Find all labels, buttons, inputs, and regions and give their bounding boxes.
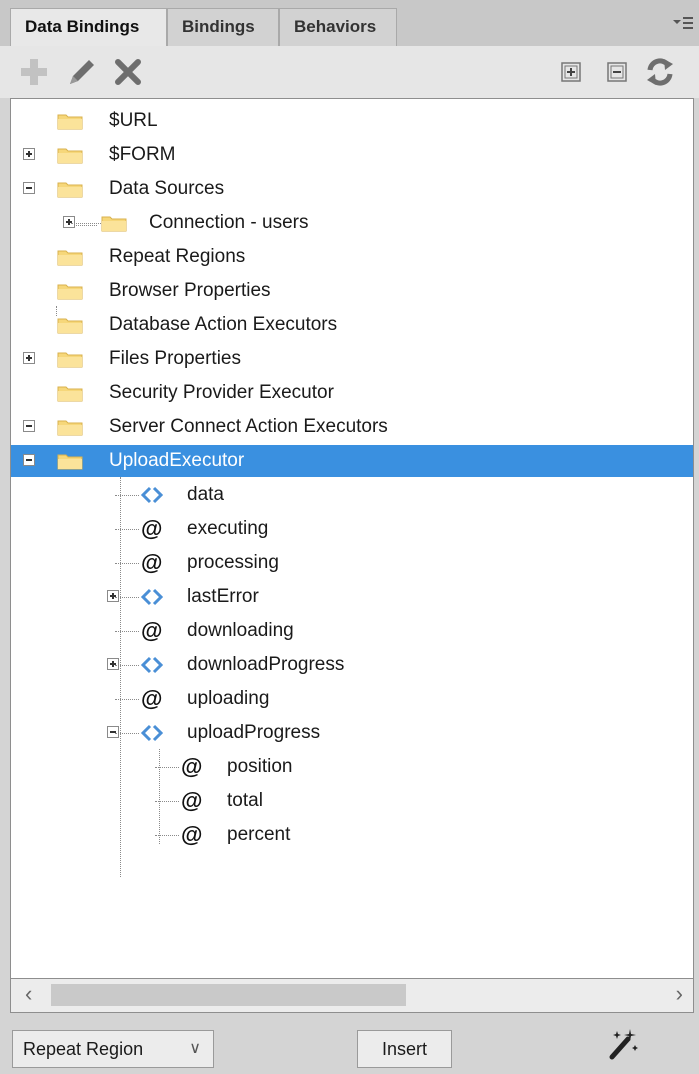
tree-node-label: Security Provider Executor (109, 382, 334, 403)
tree-node[interactable]: @ uploading (11, 683, 693, 715)
at-sign-icon: @ (141, 516, 163, 541)
at-sign-icon: @ (181, 822, 203, 847)
object-icon (141, 588, 163, 606)
tree-node[interactable]: UploadExecutor (11, 445, 693, 477)
bottom-bar: Repeat Region ∨ Insert (0, 1013, 699, 1074)
repeat-region-select[interactable]: Repeat Region ∨ (12, 1030, 214, 1068)
pencil-icon[interactable] (64, 54, 100, 90)
tree-node-label: processing (187, 552, 279, 573)
expand-all-icon[interactable] (553, 54, 589, 90)
tree-node[interactable]: @ total (11, 785, 693, 817)
tree-node-label: total (227, 790, 263, 811)
tree-node-label: lastError (187, 586, 259, 607)
tree-node[interactable]: Files Properties (11, 343, 693, 375)
expand-toggle-icon[interactable] (23, 352, 35, 364)
folder-icon (57, 352, 83, 368)
tree-node[interactable]: Connection - users (11, 207, 693, 239)
tree-node[interactable]: @ executing (11, 513, 693, 545)
tree-node[interactable]: Server Connect Action Executors (11, 411, 693, 443)
folder-icon (57, 148, 83, 164)
tree-node[interactable]: $FORM (11, 139, 693, 171)
folder-icon (57, 318, 83, 334)
folder-icon (57, 250, 83, 266)
tree-node-label: UploadExecutor (109, 450, 245, 471)
repeat-region-value: Repeat Region (23, 1039, 144, 1059)
at-sign-icon: @ (141, 550, 163, 575)
tree-node-label: $FORM (109, 144, 176, 165)
tree-node[interactable]: @ processing (11, 547, 693, 579)
at-sign-icon: @ (141, 618, 163, 643)
tree-node-label: Repeat Regions (109, 246, 246, 267)
expand-toggle-icon[interactable] (107, 658, 119, 670)
refresh-icon[interactable] (642, 54, 678, 90)
plus-icon[interactable] (16, 54, 52, 90)
scroll-right-icon[interactable]: › (676, 981, 683, 1007)
panel-tab-bar: Data Bindings Bindings Behaviors (0, 0, 699, 47)
expand-toggle-icon[interactable] (63, 216, 75, 228)
toolbar (0, 46, 699, 98)
folder-icon (101, 216, 127, 232)
tree-node-label: data (187, 484, 224, 505)
tree-node[interactable]: downloadProgress (11, 649, 693, 681)
magic-wand-icon[interactable] (604, 1025, 642, 1063)
tree-node[interactable]: Data Sources (11, 173, 693, 205)
collapse-toggle-icon[interactable] (107, 726, 119, 738)
object-icon (141, 486, 163, 504)
panel-menu-icon[interactable] (671, 14, 695, 34)
tree-node-label: Database Action Executors (109, 314, 338, 335)
x-icon[interactable] (110, 54, 146, 90)
tree-node[interactable]: Security Provider Executor (11, 377, 693, 409)
tree-node-label: Browser Properties (109, 280, 271, 301)
scroll-left-icon[interactable]: ‹ (25, 981, 32, 1007)
tab-bindings[interactable]: Bindings (167, 8, 279, 46)
tree-node-label: downloadProgress (187, 654, 345, 675)
tree-node-label: position (227, 756, 293, 777)
tree-node[interactable]: @ percent (11, 819, 693, 851)
folder-icon (57, 182, 83, 198)
folder-icon (57, 420, 83, 436)
tree-node-label: executing (187, 518, 269, 539)
tree-node-label: Connection - users (149, 212, 309, 233)
tree-node[interactable]: lastError (11, 581, 693, 613)
collapse-toggle-icon[interactable] (23, 182, 35, 194)
tree-node[interactable]: $URL (11, 105, 693, 137)
tree-node[interactable]: @ position (11, 751, 693, 783)
folder-icon (57, 386, 83, 402)
tree-node-label: downloading (187, 620, 294, 641)
at-sign-icon: @ (181, 788, 203, 813)
tree-node-label: Files Properties (109, 348, 241, 369)
folder-icon (57, 114, 83, 130)
tree-node[interactable]: @ downloading (11, 615, 693, 647)
tree-node-label: uploadProgress (187, 722, 321, 743)
collapse-toggle-icon[interactable] (23, 454, 35, 466)
chevron-down-icon: ∨ (189, 1040, 201, 1057)
data-bindings-tree: $URL $FORM Data Sources Connection - users R… (10, 98, 694, 979)
tree-node-label: $URL (109, 110, 158, 131)
tab-behaviors[interactable]: Behaviors (279, 8, 397, 46)
folder-icon (57, 454, 83, 470)
object-icon (141, 656, 163, 674)
expand-toggle-icon[interactable] (107, 590, 119, 602)
tree-node[interactable]: data (11, 479, 693, 511)
tree-node-label: Server Connect Action Executors (109, 416, 388, 437)
folder-icon (57, 284, 83, 300)
insert-button[interactable]: Insert (357, 1030, 452, 1068)
tree-node[interactable]: Repeat Regions (11, 241, 693, 273)
at-sign-icon: @ (141, 686, 163, 711)
scrollbar-thumb[interactable] (51, 984, 406, 1006)
tree-node-label: Data Sources (109, 178, 225, 199)
horizontal-scrollbar[interactable]: ‹ › (10, 979, 694, 1013)
object-icon (141, 724, 163, 742)
collapse-all-icon[interactable] (599, 54, 635, 90)
tree-node[interactable]: Database Action Executors (11, 309, 693, 341)
expand-toggle-icon[interactable] (23, 148, 35, 160)
tree-node[interactable]: Browser Properties (11, 275, 693, 307)
tree-node-label: percent (227, 824, 291, 845)
tree-node[interactable]: uploadProgress (11, 717, 693, 749)
tree-node-label: uploading (187, 688, 270, 709)
at-sign-icon: @ (181, 754, 203, 779)
tab-data-bindings[interactable]: Data Bindings (10, 8, 167, 47)
collapse-toggle-icon[interactable] (23, 420, 35, 432)
